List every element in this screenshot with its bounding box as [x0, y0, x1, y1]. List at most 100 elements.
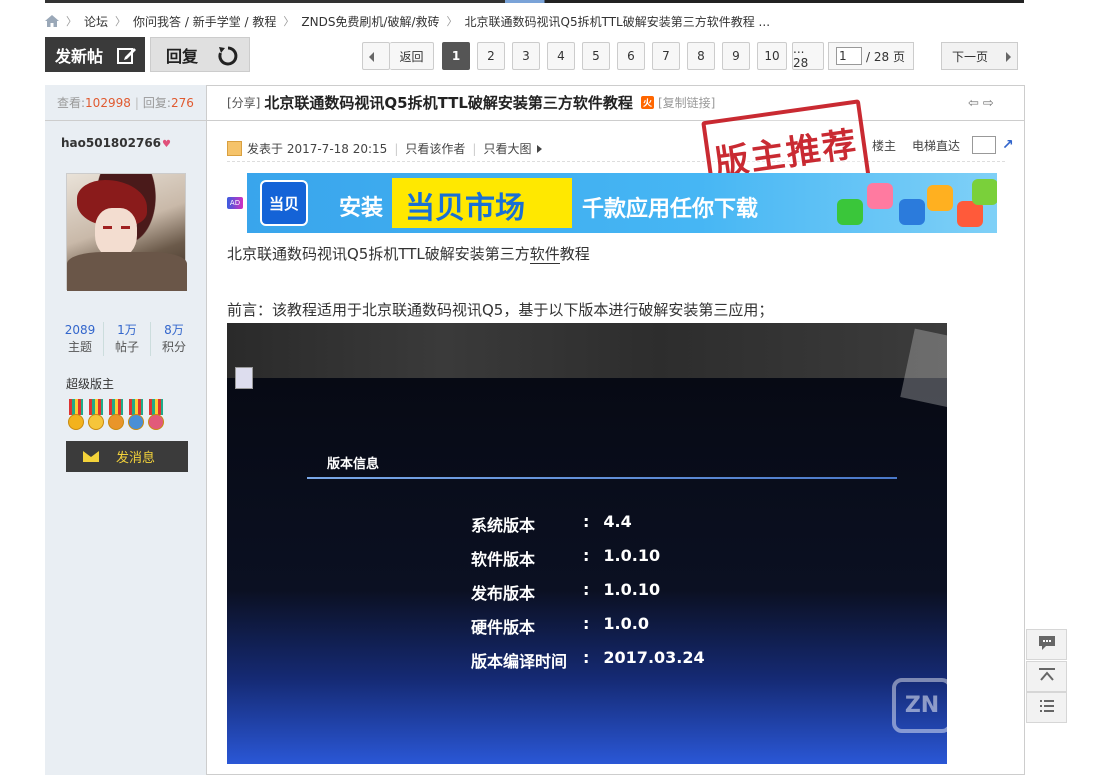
row-colon: : [583, 648, 590, 667]
medal-icon[interactable] [106, 399, 126, 434]
breadcrumb-thread[interactable]: 北京联通数码视讯Q5拆机TTL破解安装第三方软件教程 ... [465, 13, 770, 30]
app-icon [867, 183, 893, 209]
page-jump-input[interactable]: 1 [836, 47, 862, 65]
app-icon [972, 179, 997, 205]
next-page-button[interactable]: 下一页 [941, 42, 1018, 70]
thread-list-button[interactable] [1026, 692, 1067, 723]
jump-label: 电梯直达 [912, 138, 961, 153]
prev-thread-icon[interactable]: ⇦ [968, 96, 983, 111]
page-1[interactable]: 1 [442, 42, 470, 70]
row-key: 硬件版本 [471, 618, 536, 637]
copy-link[interactable]: [复制链接] [658, 94, 715, 111]
avatar-face [95, 208, 137, 258]
breadcrumb-board[interactable]: ZNDS免费刷机/破解/救砖 [301, 13, 439, 30]
back-button[interactable]: 返回 [390, 42, 434, 70]
page-3[interactable]: 3 [512, 42, 540, 70]
page-4[interactable]: 4 [547, 42, 575, 70]
back-to-top-button[interactable] [1026, 661, 1067, 692]
stat-points[interactable]: 8万 积分 [150, 322, 197, 356]
medal-icon[interactable] [146, 399, 166, 434]
envelope-icon [83, 451, 99, 462]
thread-nav-arrows: ⇦⇨ [968, 96, 998, 111]
photo-row: 版本编译时间:2017.03.24 [471, 648, 705, 672]
views-label: 查看: [57, 96, 86, 110]
post-photo[interactable]: 版本信息 系统版本:4.4 软件版本:1.0.10 发布版本:1.0.10 硬件… [227, 323, 947, 764]
medal-icon[interactable] [66, 399, 86, 434]
replies-count: 276 [170, 95, 194, 110]
photo-sticker [235, 367, 253, 389]
row-value: 1.0.10 [603, 580, 661, 599]
page-5[interactable]: 5 [582, 42, 610, 70]
top-strip [45, 0, 1024, 3]
meta-divider: | [394, 141, 399, 156]
ad-banner[interactable]: 当贝 安装 当贝市场 千款应用任你下载 [247, 173, 997, 233]
row-value: 1.0.10 [603, 546, 661, 565]
only-author-link[interactable]: 只看该作者 [405, 140, 465, 157]
thread-title-bar: [分享] 北京联通数码视讯Q5拆机TTL破解安装第三方软件教程 火 [复制链接] [207, 85, 1025, 121]
medal-icon[interactable] [86, 399, 106, 434]
photo-divider [307, 477, 897, 479]
page-9[interactable]: 9 [722, 42, 750, 70]
chevron-right-icon: 〉 [283, 15, 295, 28]
arrow-up-icon [1037, 666, 1057, 687]
content-text: 北京联通数码视讯Q5拆机TTL破解安装第三方 [227, 245, 530, 263]
app-icon [899, 199, 925, 225]
breadcrumb-forum[interactable]: 论坛 [84, 13, 108, 30]
medal-icon[interactable] [126, 399, 146, 434]
meta-divider: | [472, 141, 477, 156]
send-message-button[interactable]: 发消息 [66, 441, 188, 472]
row-colon: : [583, 546, 590, 565]
author-role[interactable]: 超级版主 [66, 375, 114, 392]
chevron-right-icon: 〉 [66, 15, 77, 28]
chevron-right-icon [1006, 52, 1011, 62]
only-big-image-link[interactable]: 只看大图 [483, 140, 531, 157]
thread-tag[interactable]: [分享] [227, 94, 260, 111]
thread-stats: 查看: 102998 | 回复: 276 [45, 85, 207, 121]
list-icon [1037, 697, 1057, 718]
author-name[interactable]: hao501802766 [61, 136, 161, 150]
author-stats: 2089 主题 1万 帖子 8万 积分 [57, 322, 197, 356]
ad-app-icons [807, 179, 997, 231]
stat-posts[interactable]: 1万 帖子 [103, 322, 150, 356]
content-link[interactable]: 软件 [529, 245, 560, 264]
home-icon[interactable] [45, 15, 59, 27]
reply-icon [217, 45, 239, 71]
page-7[interactable]: 7 [652, 42, 680, 70]
row-value: 1.0.0 [603, 614, 649, 633]
app-icon [927, 185, 953, 211]
photo-panel-title: 版本信息 [327, 457, 380, 472]
page-2[interactable]: 2 [477, 42, 505, 70]
reply-button[interactable]: 回复 [150, 37, 250, 72]
prev-page-button[interactable] [362, 42, 390, 70]
floor-jump: 楼主 电梯直达 ↗ [872, 136, 1014, 154]
stat-label: 积分 [161, 340, 186, 354]
breadcrumb-qa[interactable]: 你问我答 / 新手学堂 / 教程 [133, 13, 276, 30]
row-colon: : [583, 580, 590, 599]
new-post-button[interactable]: 发新帖 [45, 37, 145, 72]
thread-title: 北京联通数码视讯Q5拆机TTL破解安装第三方软件教程 [264, 94, 633, 112]
page-8[interactable]: 8 [687, 42, 715, 70]
ad-slogan-text: 千款应用任你下载 [582, 197, 759, 222]
avatar-scarf [67, 252, 187, 291]
row-key: 系统版本 [471, 516, 536, 535]
page-10[interactable]: 10 [757, 42, 787, 70]
new-post-label: 发新帖 [55, 46, 104, 66]
stat-value: 2089 [64, 323, 96, 337]
go-icon[interactable]: ↗ [1002, 137, 1014, 153]
reply-label: 回复 [166, 46, 199, 66]
floor-label[interactable]: 楼主 [872, 137, 896, 154]
caret-right-icon [537, 144, 543, 153]
page-last[interactable]: ... 28 [792, 42, 824, 70]
medal-row [66, 399, 166, 434]
stat-topics[interactable]: 2089 主题 [57, 322, 103, 356]
next-thread-icon[interactable]: ⇨ [983, 96, 998, 111]
photo-screen [227, 378, 947, 764]
avatar-eye [121, 226, 130, 229]
content-text: 教程 [559, 245, 590, 263]
floor-input[interactable] [972, 136, 997, 154]
page-6[interactable]: 6 [617, 42, 645, 70]
avatar[interactable] [66, 173, 187, 291]
row-value: 2017.03.24 [603, 648, 705, 667]
quick-reply-button[interactable] [1026, 629, 1067, 660]
row-key: 发布版本 [471, 584, 536, 603]
